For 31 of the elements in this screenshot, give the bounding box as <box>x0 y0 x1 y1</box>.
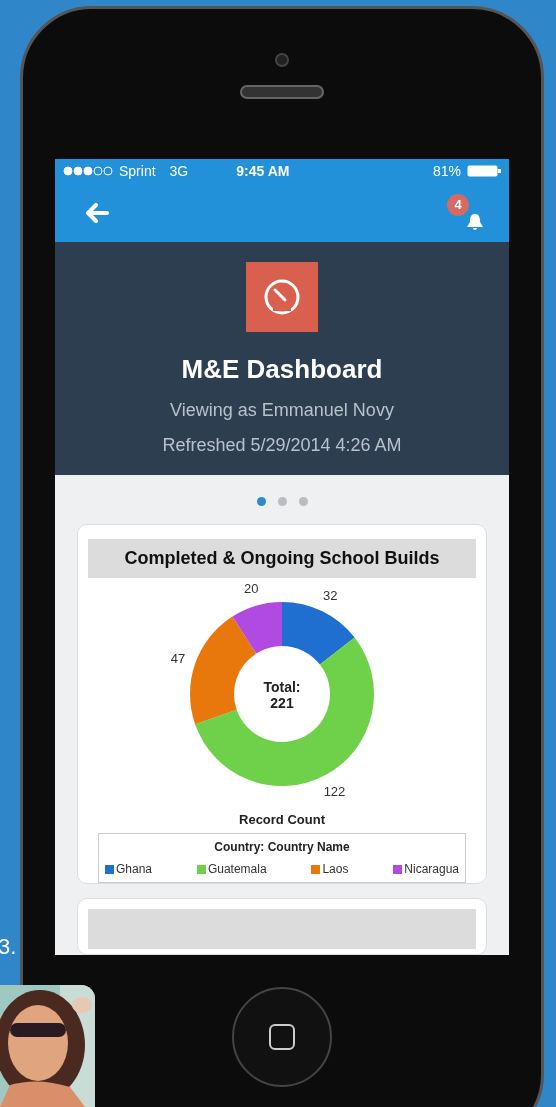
legend-label: Guatemala <box>207 861 267 879</box>
gauge-icon <box>263 278 301 317</box>
back-arrow-icon <box>85 202 109 223</box>
back-button[interactable] <box>85 202 109 223</box>
camera-icon <box>275 53 289 67</box>
home-square-icon <box>269 1024 295 1050</box>
chart-title: Completed & Ongoing School Builds <box>88 538 476 578</box>
network-type: 3G <box>169 161 189 181</box>
battery-icon <box>467 165 501 178</box>
data-label: 122 <box>323 783 346 799</box>
legend-label: Nicaragua <box>404 861 459 879</box>
notifications-button[interactable]: 4 <box>447 193 485 232</box>
data-label: 47 <box>170 650 186 666</box>
data-label: 20 <box>243 580 259 596</box>
legend-label: Ghana <box>116 861 153 879</box>
legend-title: Country: Country Name <box>214 839 350 857</box>
center-label: Total: <box>263 678 301 695</box>
data-label: 32 <box>323 587 338 603</box>
bell-icon <box>465 211 485 232</box>
notification-badge: 4 <box>447 193 469 216</box>
battery-percent: 81% <box>432 161 461 181</box>
center-value: 221 <box>270 694 294 711</box>
refreshed-text: Refreshed 5/29/2014 4:26 AM <box>162 434 402 458</box>
series-name: Record Count <box>239 810 325 829</box>
clock-time: 9:45 AM <box>236 161 290 181</box>
viewing-as-text: Viewing as Emmanuel Novy <box>170 399 394 423</box>
signal-icon <box>63 166 115 177</box>
carrier-name: Sprint <box>119 161 156 181</box>
dashboard-title: M&E Dashboard <box>181 353 383 387</box>
legend-label: Laos <box>322 861 349 879</box>
speaker-icon <box>240 85 324 99</box>
